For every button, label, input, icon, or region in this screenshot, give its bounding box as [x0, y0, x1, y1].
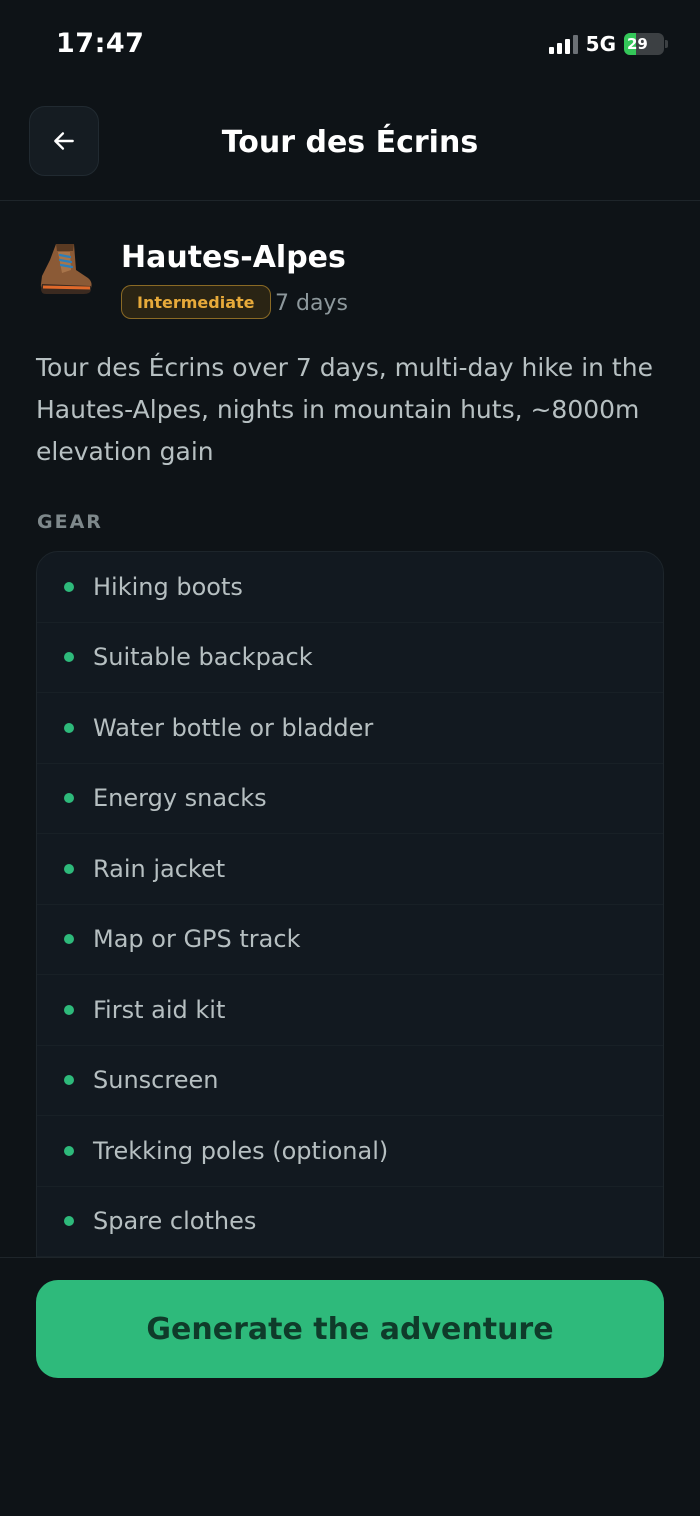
gear-item: First aid kit [37, 975, 663, 1046]
region-title: Hautes-Alpes [121, 240, 346, 275]
bullet-dot-icon [64, 1075, 74, 1086]
gear-item-label: Rain jacket [93, 854, 226, 883]
gear-item: Energy snacks [37, 764, 663, 834]
gear-item: Rain jacket [37, 834, 663, 905]
page-title: Tour des Écrins [221, 125, 479, 160]
difficulty-badge: Intermediate [121, 285, 271, 319]
gear-item: Map or GPS track [37, 905, 663, 975]
gear-item-label: Suitable backpack [93, 643, 313, 672]
bullet-dot-icon [64, 652, 74, 663]
gear-item: Trekking poles (optional) [37, 1116, 663, 1187]
bullet-dot-icon [64, 722, 74, 733]
trip-duration: 7 days [275, 291, 348, 316]
bullet-dot-icon [64, 581, 74, 592]
gear-item-label: First aid kit [93, 995, 226, 1024]
bullet-dot-icon [64, 1004, 74, 1015]
battery-level: 29 [627, 35, 648, 53]
gear-item-label: Trekking poles (optional) [93, 1136, 389, 1165]
trip-header: Hautes-Alpes Intermediate 7 days [36, 238, 664, 328]
signal-icon [548, 34, 578, 54]
gear-item: Spare clothes [37, 1187, 663, 1257]
gear-section-label: GEAR [37, 511, 103, 533]
gear-list[interactable]: Hiking boots Suitable backpack Water bot… [36, 551, 664, 1311]
bullet-dot-icon [64, 1216, 74, 1227]
battery-icon: 29 [624, 33, 668, 55]
bottom-action-bar: Generate the adventure [0, 1257, 700, 1516]
gear-item-label: Spare clothes [93, 1207, 257, 1236]
gear-item: Water bottle or bladder [37, 693, 663, 764]
status-time: 17:47 [56, 28, 145, 59]
gear-item: Sunscreen [37, 1046, 663, 1116]
gear-item-label: Hiking boots [93, 572, 243, 601]
header: Tour des Écrins [0, 105, 700, 201]
gear-item: Suitable backpack [37, 623, 663, 693]
gear-item-label: Map or GPS track [93, 925, 301, 954]
gear-item-label: Water bottle or bladder [93, 713, 374, 742]
bullet-dot-icon [64, 793, 74, 804]
bullet-dot-icon [64, 934, 74, 945]
hiking-boot-icon [40, 244, 92, 294]
generate-adventure-button[interactable]: Generate the adventure [36, 1280, 664, 1378]
gear-item-label: Sunscreen [93, 1066, 219, 1095]
status-indicators: 5G 29 [548, 32, 668, 56]
status-bar: 17:47 5G 29 [0, 0, 700, 90]
gear-item-label: Energy snacks [93, 784, 267, 813]
bullet-dot-icon [64, 863, 74, 874]
trip-description: Tour des Écrins over 7 days, multi-day h… [36, 353, 653, 466]
bullet-dot-icon [64, 1145, 74, 1156]
gear-item: Hiking boots [37, 552, 663, 623]
network-type: 5G [585, 32, 616, 56]
